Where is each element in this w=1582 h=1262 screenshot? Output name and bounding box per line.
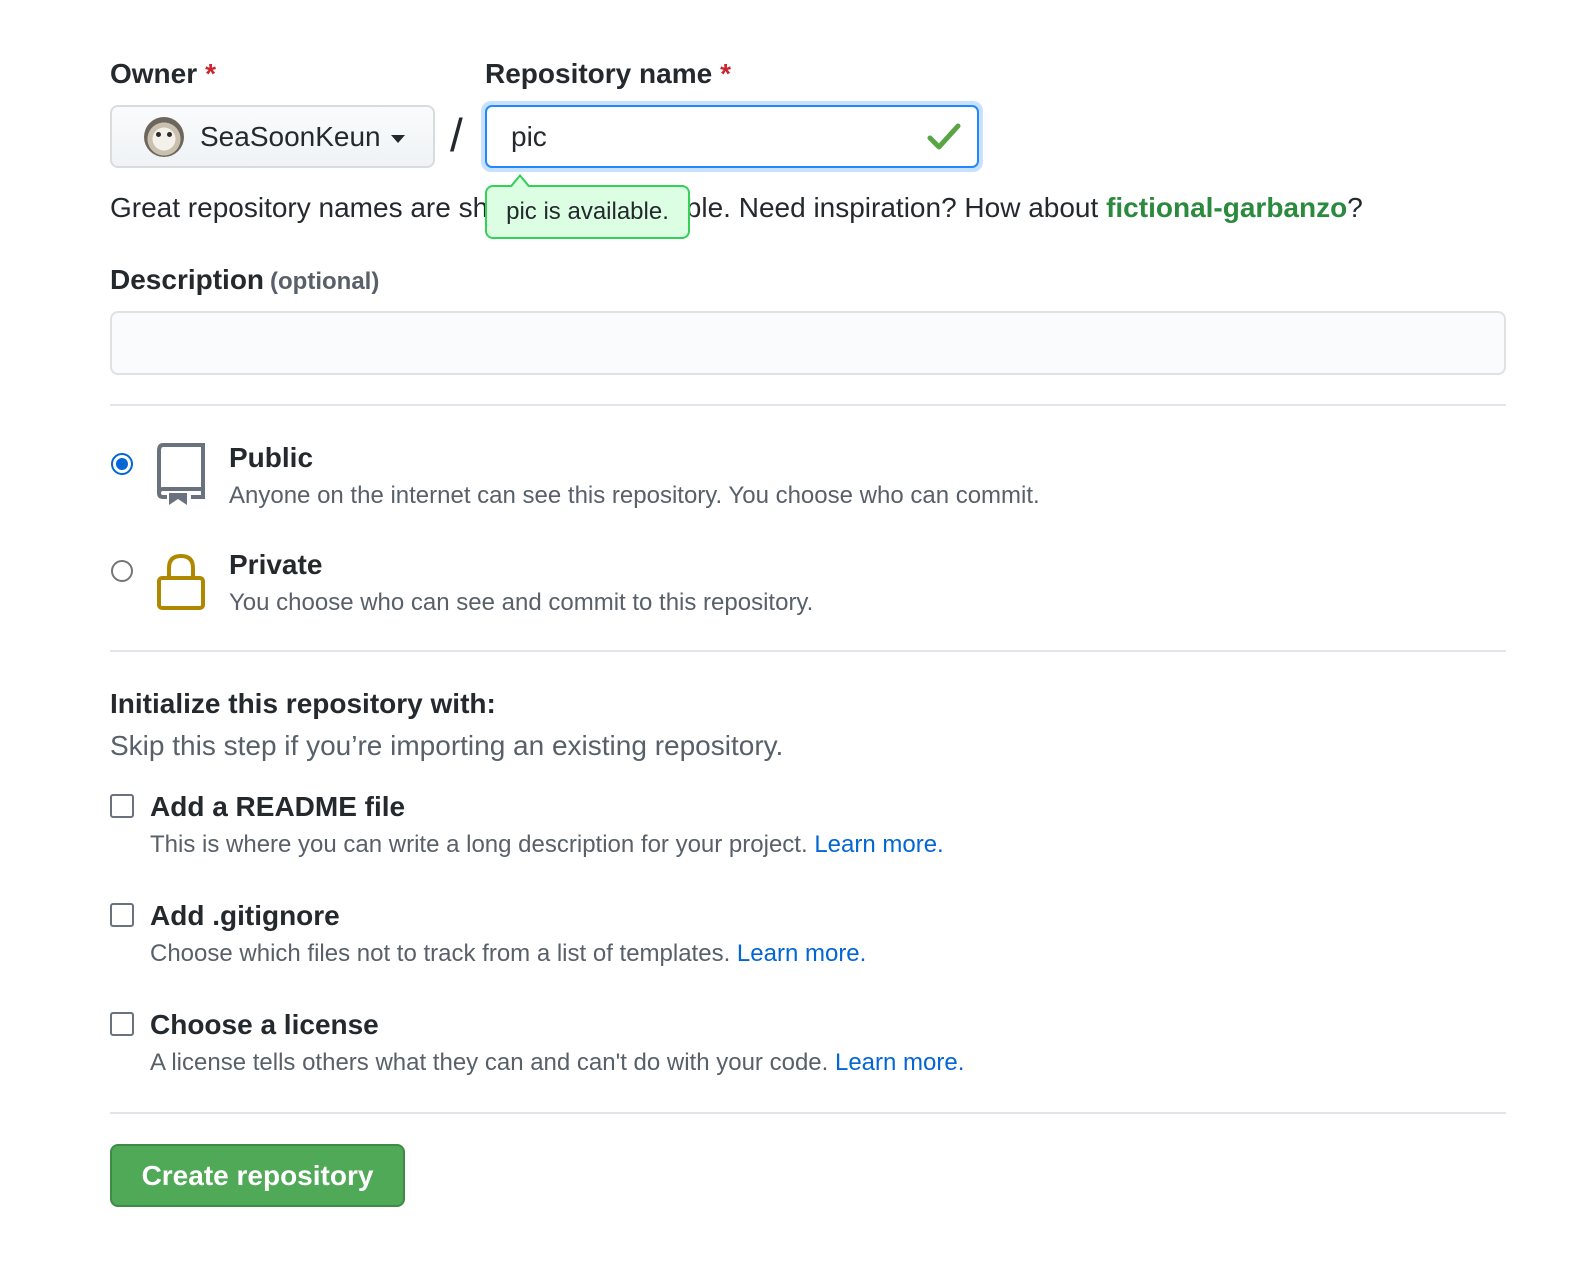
check-icon bbox=[927, 123, 961, 150]
owner-label: Owner * bbox=[110, 58, 216, 90]
lock-icon bbox=[157, 553, 205, 610]
repo-name-label-text: Repository name bbox=[485, 58, 713, 89]
readme-description: This is where you can write a long descr… bbox=[150, 831, 944, 859]
repo-icon bbox=[157, 443, 205, 505]
description-label-text: Description bbox=[110, 264, 265, 295]
description-input[interactable] bbox=[110, 311, 1506, 375]
private-title: Private bbox=[229, 549, 323, 580]
availability-tooltip-text: pic is available. bbox=[506, 198, 669, 225]
gitignore-learn-more-link[interactable]: Learn more. bbox=[737, 940, 866, 967]
gitignore-description: Choose which files not to track from a l… bbox=[150, 940, 866, 968]
gitignore-title: Add .gitignore bbox=[150, 900, 340, 931]
readme-checkbox[interactable] bbox=[110, 794, 134, 818]
create-repository-button[interactable]: Create repository bbox=[110, 1144, 405, 1207]
init-section-title: Initialize this repository with: bbox=[110, 688, 496, 719]
license-description: A license tells others what they can and… bbox=[150, 1049, 964, 1077]
repo-name-field bbox=[481, 101, 983, 172]
private-description: You choose who can see and commit to thi… bbox=[229, 589, 814, 616]
owner-name: SeaSoonKeun bbox=[200, 120, 381, 152]
owner-required-mark: * bbox=[205, 58, 217, 89]
description-label: Description (optional) bbox=[110, 264, 379, 296]
availability-tooltip: pic is available. bbox=[485, 174, 690, 239]
caret-down-icon bbox=[390, 134, 405, 143]
private-radio[interactable] bbox=[111, 560, 133, 582]
hint-suffix: ? bbox=[1347, 192, 1363, 223]
public-title: Public bbox=[229, 442, 314, 473]
license-description-text: A license tells others what they can and… bbox=[150, 1049, 835, 1076]
license-checkbox[interactable] bbox=[110, 1012, 134, 1036]
owner-select-button[interactable]: SeaSoonKeun bbox=[110, 105, 435, 168]
description-optional-note: (optional) bbox=[270, 268, 380, 295]
owner-repo-separator: / bbox=[450, 109, 463, 161]
public-radio[interactable] bbox=[111, 453, 133, 475]
readme-description-text: This is where you can write a long descr… bbox=[150, 831, 815, 858]
gitignore-description-text: Choose which files not to track from a l… bbox=[150, 940, 737, 967]
public-description: Anyone on the internet can see this repo… bbox=[229, 482, 1040, 509]
repo-name-label: Repository name * bbox=[485, 58, 731, 90]
divider bbox=[110, 404, 1506, 406]
license-learn-more-link[interactable]: Learn more. bbox=[835, 1049, 964, 1076]
gitignore-checkbox[interactable] bbox=[110, 903, 134, 927]
repo-name-hint: Great repository names are short and mem… bbox=[110, 192, 1363, 224]
name-suggestion-link[interactable]: fictional-garbanzo bbox=[1106, 192, 1347, 223]
repo-name-required-mark: * bbox=[720, 58, 732, 89]
license-title: Choose a license bbox=[150, 1009, 379, 1040]
avatar bbox=[144, 116, 184, 157]
divider bbox=[110, 650, 1506, 652]
init-section-subtitle: Skip this step if you’re importing an ex… bbox=[110, 730, 784, 761]
repo-name-input[interactable] bbox=[485, 105, 979, 168]
readme-title: Add a README file bbox=[150, 791, 406, 822]
readme-learn-more-link[interactable]: Learn more. bbox=[814, 831, 943, 858]
divider bbox=[110, 1112, 1506, 1114]
owner-label-text: Owner bbox=[110, 58, 198, 89]
